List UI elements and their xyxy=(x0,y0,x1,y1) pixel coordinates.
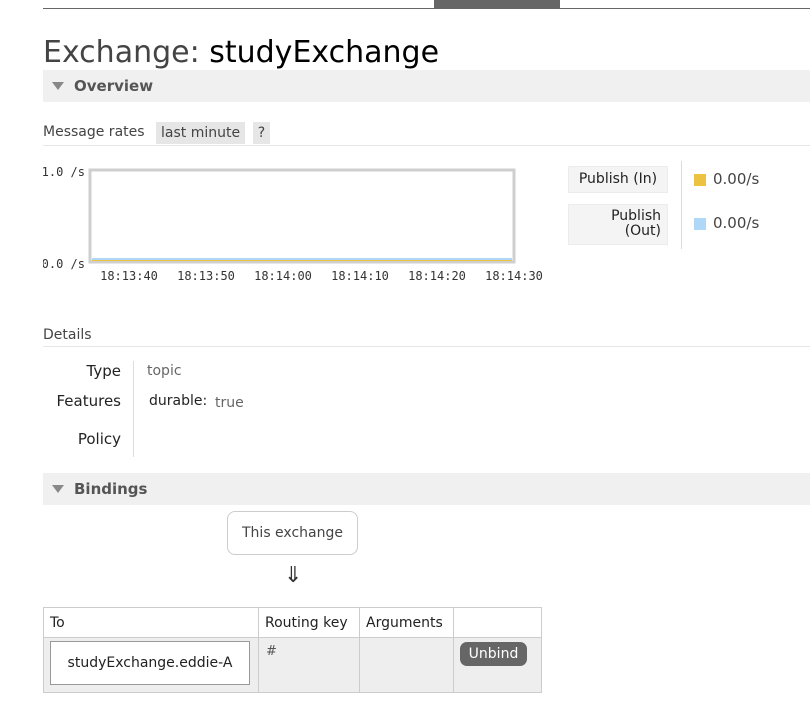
help-button[interactable]: ? xyxy=(253,122,270,144)
table-row-cell-to: studyExchange.eddie-A xyxy=(44,638,259,692)
legend-publish-in-value: 0.00/s xyxy=(713,170,760,188)
details-row: Details xyxy=(43,326,810,347)
bindings-table: To Routing key Arguments studyExchange.e… xyxy=(43,607,542,693)
page-title-exchange-name: studyExchange xyxy=(209,35,440,70)
legend-divider xyxy=(681,161,682,249)
features-label: Features xyxy=(56,392,122,410)
column-header-actions xyxy=(454,608,541,638)
type-label: Type xyxy=(86,362,121,380)
page-title-prefix: Exchange: xyxy=(43,35,210,70)
x-tick-label: 18:14:20 xyxy=(408,269,466,283)
page-title: Exchange: studyExchange xyxy=(43,33,439,73)
top-nav-border xyxy=(43,0,810,9)
column-header-to: To xyxy=(44,608,259,638)
message-rates-row: Message rates last minute ? xyxy=(43,122,810,146)
x-tick-label: 18:14:30 xyxy=(485,269,543,283)
y-tick-label: 1.0 /s xyxy=(43,165,85,179)
legend-publish-out-line1: Publish xyxy=(611,208,661,224)
table-row-cell-actions: Unbind xyxy=(454,638,541,692)
durable-key: durable: xyxy=(149,393,208,409)
table-row-cell-arguments xyxy=(360,638,454,692)
legend-publish-out-line2: (Out) xyxy=(624,223,661,239)
x-tick-label: 18:13:40 xyxy=(100,269,158,283)
y-tick-label: 0.0 /s xyxy=(43,257,85,271)
table-row-cell-routing-key: # xyxy=(259,638,360,692)
message-rates-label: Message rates xyxy=(43,124,145,140)
legend-publish-out-swatch xyxy=(694,218,706,230)
details-divider xyxy=(133,361,134,457)
bindings-section-toggle[interactable]: Bindings xyxy=(43,473,810,505)
collapse-triangle-icon xyxy=(52,82,64,90)
rate-range-selector[interactable]: last minute xyxy=(156,122,246,144)
overview-section-toggle[interactable]: Overview xyxy=(43,70,810,102)
active-nav-tab[interactable] xyxy=(434,0,560,9)
legend-publish-out-value: 0.00/s xyxy=(713,214,760,232)
chart-plot-area xyxy=(88,168,516,264)
legend-publish-out-label[interactable]: Publish (Out) xyxy=(568,204,668,245)
overview-header-label: Overview xyxy=(74,77,154,95)
legend-publish-in-label[interactable]: Publish (In) xyxy=(568,166,668,193)
down-arrow-icon: ⇓ xyxy=(284,563,303,588)
unbind-button[interactable]: Unbind xyxy=(460,642,527,666)
details-label: Details xyxy=(43,327,92,343)
collapse-triangle-icon xyxy=(52,485,64,493)
routing-key-value: # xyxy=(266,644,277,659)
this-exchange-box: This exchange xyxy=(227,511,358,555)
x-tick-label: 18:14:10 xyxy=(331,269,389,283)
destination-queue-link[interactable]: studyExchange.eddie-A xyxy=(50,641,250,685)
policy-label: Policy xyxy=(77,430,121,448)
column-header-arguments: Arguments xyxy=(360,608,454,638)
durable-value: true xyxy=(215,395,244,411)
legend-publish-in-swatch xyxy=(694,174,706,186)
bindings-header-label: Bindings xyxy=(74,480,148,498)
x-tick-label: 18:13:50 xyxy=(177,269,235,283)
x-tick-label: 18:14:00 xyxy=(254,269,312,283)
column-header-routing-key: Routing key xyxy=(259,608,360,638)
message-rates-chart: 1.0 /s 0.0 /s 18:13:40 18:13:50 18:14:00 18:… xyxy=(43,165,543,283)
type-value: topic xyxy=(147,363,182,379)
